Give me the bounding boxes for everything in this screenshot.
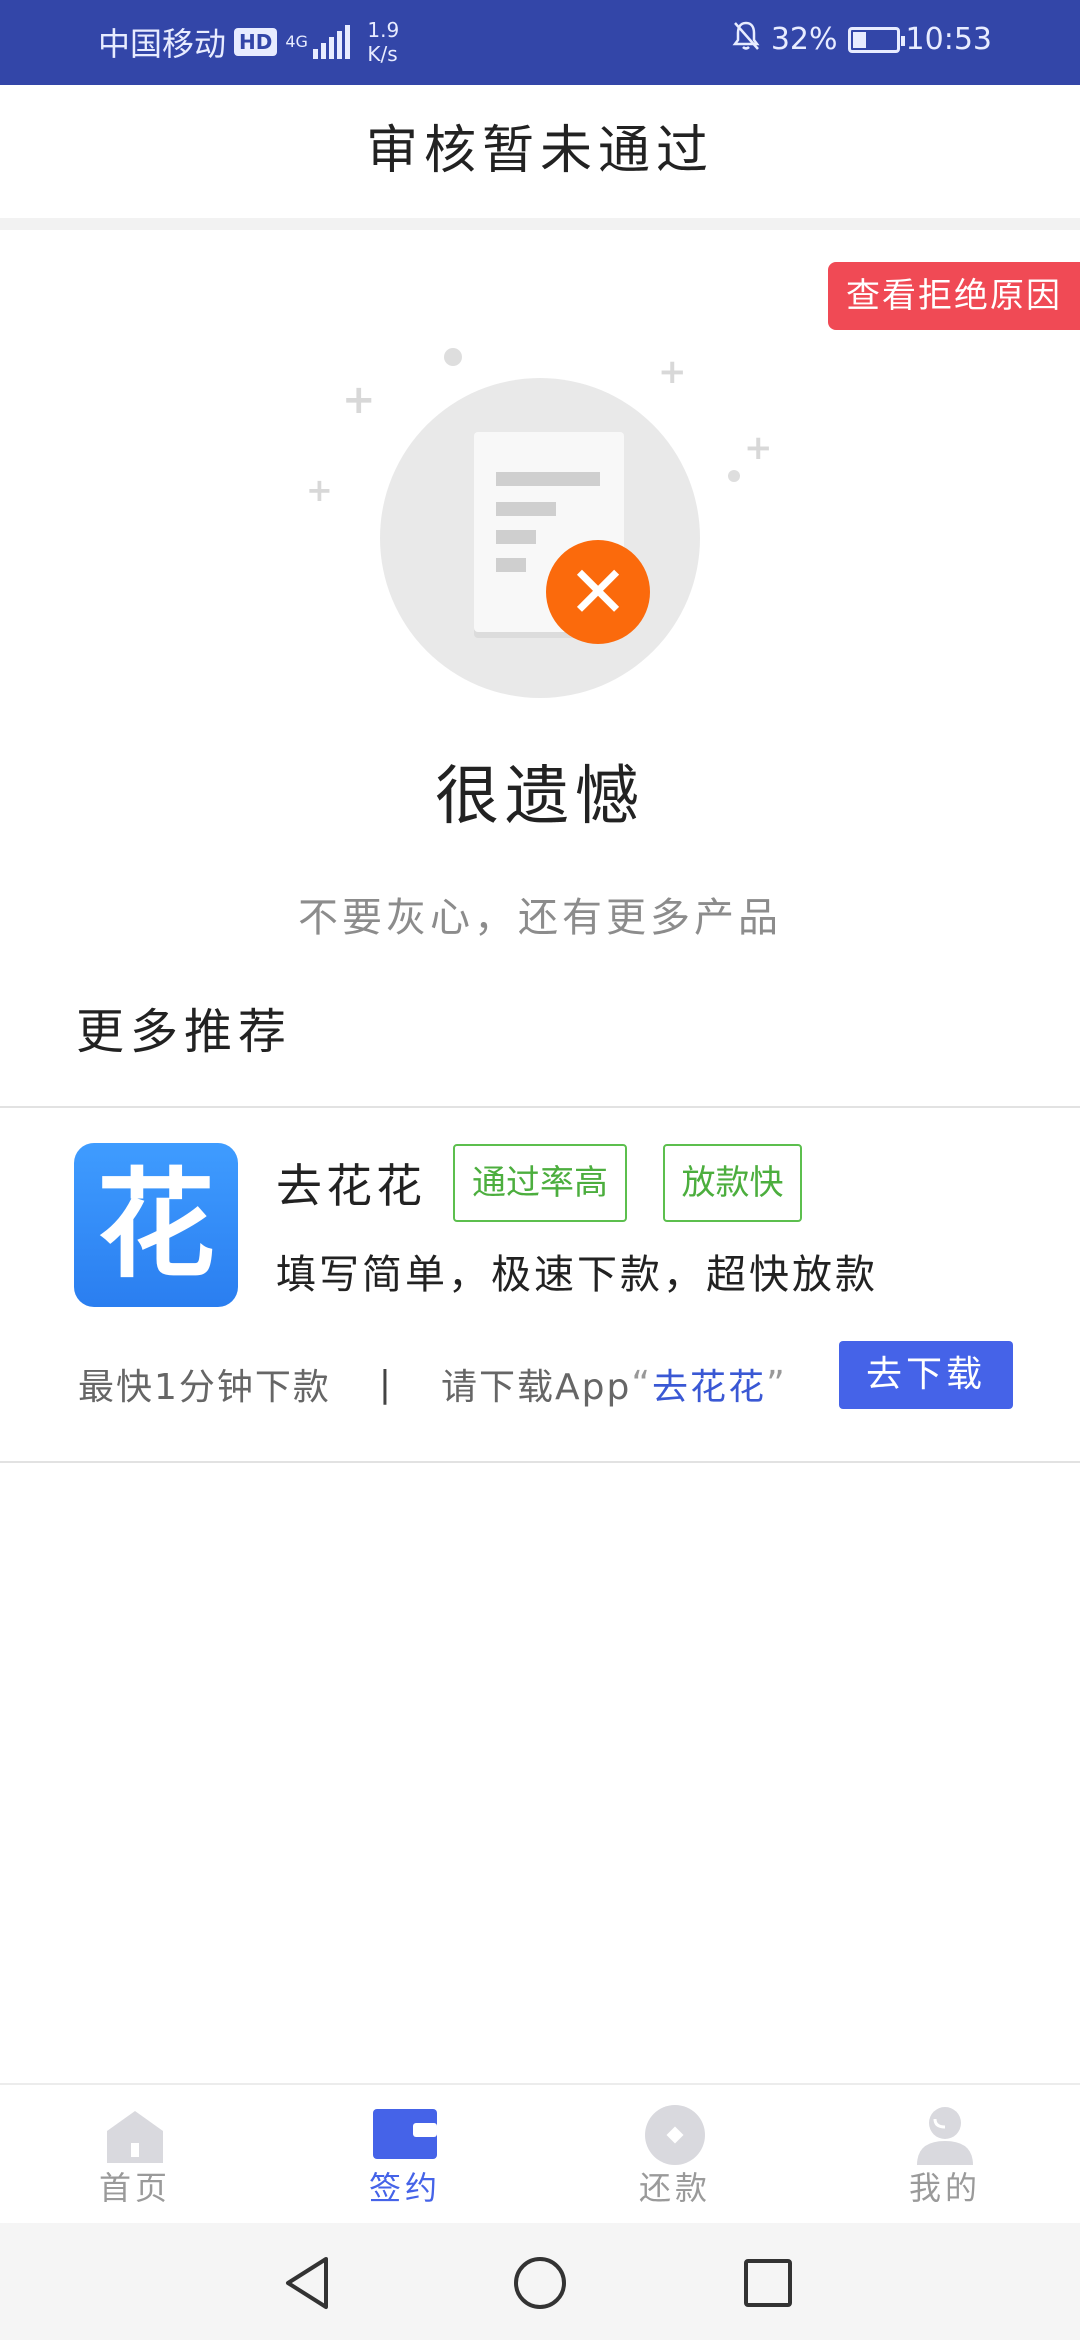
nav-label-repay: 还款 (638, 2169, 711, 2207)
signal-icon (313, 25, 353, 59)
app-name-link[interactable]: 去花花 (652, 1358, 766, 1410)
network-type: 4G (285, 32, 308, 51)
nav-item-mine[interactable]: 我的 (810, 2085, 1080, 2223)
status-bar: 中国移动 HD 4G 1.9 K/s 32% 10:53 (0, 0, 1080, 85)
network-speed: 1.9 K/s (367, 18, 399, 66)
clock: 10:53 (905, 22, 992, 57)
battery-percent: 32% (770, 22, 838, 57)
wallet-icon (373, 2109, 437, 2159)
header-divider (0, 218, 1080, 230)
plus-decoration-icon: + (306, 471, 333, 509)
view-reject-reason-button[interactable]: 查看拒绝原因 (828, 262, 1080, 330)
nav-item-repay[interactable]: 还款 (540, 2085, 810, 2223)
status-left: 中国移动 HD 4G 1.9 K/s (98, 18, 399, 66)
loan-speed-text: 最快1分钟下款 (78, 1367, 331, 1408)
home-icon (107, 2111, 163, 2163)
section-divider (0, 1106, 1080, 1108)
result-subtitle: 不要灰心，还有更多产品 (298, 895, 782, 941)
nav-item-home[interactable]: 首页 (0, 2085, 270, 2223)
rejected-illustration: + + + + ✕ (300, 340, 780, 710)
error-x-icon: ✕ (546, 540, 650, 644)
card-divider (0, 1461, 1080, 1463)
home-circle-icon[interactable] (510, 2253, 570, 2313)
bell-off-icon (731, 20, 761, 59)
speed-unit: K/s (367, 42, 398, 66)
nav-label-home: 首页 (98, 2169, 171, 2207)
tag-fast-loan: 放款快 (663, 1144, 802, 1222)
system-nav-bar (0, 2223, 1080, 2340)
tag-high-approval: 通过率高 (453, 1144, 627, 1222)
speed-value: 1.9 (367, 18, 400, 42)
bottom-nav: 首页 签约 还款 我的 (0, 2083, 1080, 2223)
app-logo[interactable]: 花 (74, 1143, 238, 1307)
status-right: 32% 10:53 (731, 20, 992, 59)
plus-decoration-icon: + (658, 352, 687, 392)
back-icon[interactable] (278, 2253, 338, 2313)
plus-decoration-icon: + (342, 377, 376, 423)
plus-decoration-icon: + (744, 428, 773, 468)
battery-icon (847, 26, 905, 53)
dot-decoration-icon (444, 348, 462, 366)
app-footer: 最快1分钟下款 | 请下载App “ 去花花 ” (78, 1358, 787, 1410)
battery-fill (852, 31, 866, 48)
app-name: 去花花 (276, 1159, 426, 1213)
recents-icon[interactable] (738, 2253, 798, 2313)
download-prompt: 请下载App (441, 1367, 632, 1408)
nav-label-sign: 签约 (368, 2169, 441, 2207)
download-button[interactable]: 去下载 (839, 1341, 1013, 1409)
quote-close: ” (766, 1363, 787, 1405)
dot-decoration-icon (728, 470, 740, 482)
nav-label-mine: 我的 (908, 2169, 981, 2207)
app-description: 填写简单，极速下款，超快放款 (276, 1252, 878, 1298)
section-title-more-recommend: 更多推荐 (76, 1004, 293, 1060)
quote-open: “ (631, 1363, 653, 1405)
page-header: 审核暂未通过 (0, 85, 1080, 218)
carrier-name: 中国移动 (98, 25, 227, 63)
nav-item-sign[interactable]: 签约 (270, 2085, 540, 2223)
footer-separator: | (378, 1363, 394, 1405)
hd-icon: HD (234, 28, 278, 56)
coin-icon (645, 2105, 705, 2165)
page-title: 审核暂未通过 (365, 121, 714, 181)
result-title: 很遗憾 (435, 760, 645, 834)
user-icon (917, 2107, 973, 2165)
